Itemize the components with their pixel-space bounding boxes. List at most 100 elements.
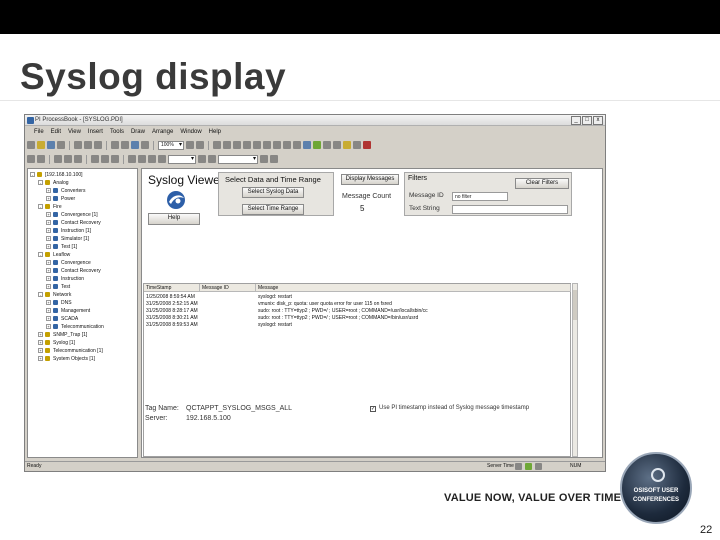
font-icon[interactable]: [27, 155, 35, 163]
tree-expander-icon[interactable]: -: [38, 204, 43, 209]
tree-expander-icon[interactable]: +: [46, 308, 51, 313]
polyline-tool-icon[interactable]: [233, 141, 241, 149]
tree-node[interactable]: + Telecommunication: [46, 323, 104, 330]
cell-timestamp[interactable]: 31/25/2008 8:28:17 AM: [146, 308, 200, 314]
element-tree[interactable]: - [192.168.10.100] - Analog + Converters + Powe…: [27, 168, 138, 458]
menu-file[interactable]: File: [34, 127, 44, 137]
run-mode-icon[interactable]: [131, 141, 139, 149]
column-header-message[interactable]: Message: [256, 284, 571, 292]
text-string-input[interactable]: [452, 205, 568, 214]
tree-node[interactable]: - [192.168.10.100]: [30, 171, 83, 178]
polygon-tool-icon[interactable]: [273, 141, 281, 149]
menu-help[interactable]: Help: [209, 127, 221, 137]
menu-window[interactable]: Window: [180, 127, 201, 137]
tree-node[interactable]: + Test: [46, 283, 70, 290]
display-messages-button[interactable]: Display Messages: [341, 174, 399, 185]
align-center-icon[interactable]: [101, 155, 109, 163]
line-color-icon[interactable]: [128, 155, 136, 163]
align-left-icon[interactable]: [91, 155, 99, 163]
tree-expander-icon[interactable]: +: [38, 332, 43, 337]
cell-message[interactable]: sudo: root : TTY=ttyp2 ; PWD=/ ; USER=ro…: [258, 308, 568, 314]
pointer-icon[interactable]: [213, 141, 221, 149]
underline-icon[interactable]: [74, 155, 82, 163]
select-time-range-button[interactable]: Select Time Range: [242, 204, 304, 215]
value-tool-icon[interactable]: [303, 141, 311, 149]
message-id-select[interactable]: no filter: [452, 192, 508, 201]
menu-insert[interactable]: Insert: [88, 127, 103, 137]
redo-icon[interactable]: [121, 141, 129, 149]
tree-node[interactable]: + Convergence [1]: [46, 211, 98, 218]
tree-expander-icon[interactable]: +: [38, 340, 43, 345]
cut-icon[interactable]: [74, 141, 82, 149]
line-width-icon[interactable]: [158, 155, 166, 163]
menu-arrange[interactable]: Arrange: [152, 127, 173, 137]
stop-icon[interactable]: [363, 141, 371, 149]
menu-tools[interactable]: Tools: [110, 127, 124, 137]
help-button[interactable]: Help: [148, 213, 200, 225]
tree-node[interactable]: - Leaflow: [38, 251, 70, 258]
pi-timestamp-checkbox[interactable]: ✓: [370, 406, 376, 412]
tree-expander-icon[interactable]: -: [38, 252, 43, 257]
tree-expander-icon[interactable]: +: [46, 236, 51, 241]
tree-node[interactable]: + Contact Recovery: [46, 219, 101, 226]
tree-expander-icon[interactable]: +: [38, 356, 43, 361]
tree-expander-icon[interactable]: +: [46, 260, 51, 265]
tree-node[interactable]: - Fire: [38, 203, 62, 210]
zoom-select[interactable]: 100%: [158, 140, 184, 150]
tree-node[interactable]: + Syslog [1]: [38, 339, 75, 346]
forward-icon[interactable]: [535, 463, 542, 470]
play-icon[interactable]: [525, 463, 532, 470]
tree-node[interactable]: + Convergence: [46, 259, 91, 266]
rectangle-tool-icon[interactable]: [243, 141, 251, 149]
tree-node[interactable]: + System Objects [1]: [38, 355, 95, 362]
zoom-out-icon[interactable]: [196, 141, 204, 149]
tree-node[interactable]: + Power: [46, 195, 75, 202]
step-back-icon[interactable]: [260, 155, 268, 163]
cell-timestamp[interactable]: 31/25/2008 8:59:53 AM: [146, 322, 200, 328]
tree-expander-icon[interactable]: +: [46, 188, 51, 193]
tree-node[interactable]: - Analog: [38, 179, 69, 186]
select-syslog-data-button[interactable]: Select Syslog Data: [242, 187, 304, 198]
tree-expander-icon[interactable]: +: [46, 268, 51, 273]
button-tool-icon[interactable]: [353, 141, 361, 149]
tree-node[interactable]: + SCADA: [46, 315, 78, 322]
menu-edit[interactable]: Edit: [51, 127, 61, 137]
tree-node[interactable]: + Telecommunication [1]: [38, 347, 103, 354]
rounded-rectangle-tool-icon[interactable]: [253, 141, 261, 149]
tree-expander-icon[interactable]: +: [46, 276, 51, 281]
xy-plot-tool-icon[interactable]: [333, 141, 341, 149]
symbol-tool-icon[interactable]: [343, 141, 351, 149]
open-folder-icon[interactable]: [37, 141, 45, 149]
italic-icon[interactable]: [64, 155, 72, 163]
tree-node[interactable]: + Instruction: [46, 275, 84, 282]
tree-node[interactable]: + Management: [46, 307, 90, 314]
trend-tool-icon[interactable]: [313, 141, 321, 149]
cell-timestamp[interactable]: 1/25/2008 8:59:54 AM: [146, 294, 200, 300]
cell-timestamp[interactable]: 31/25/2008 8:30:21 AM: [146, 315, 200, 321]
tree-expander-icon[interactable]: -: [38, 180, 43, 185]
maximize-button[interactable]: □: [582, 116, 592, 125]
grid-vertical-scrollbar[interactable]: [572, 283, 578, 457]
tree-expander-icon[interactable]: +: [46, 300, 51, 305]
group-icon[interactable]: [198, 155, 206, 163]
tree-node[interactable]: + DNS: [46, 299, 72, 306]
line-tool-icon[interactable]: [223, 141, 231, 149]
cell-message[interactable]: syslogd: restart: [258, 322, 568, 328]
fill-color-icon[interactable]: [138, 155, 146, 163]
undo-icon[interactable]: [111, 141, 119, 149]
bar-tool-icon[interactable]: [323, 141, 331, 149]
line-style-select[interactable]: [168, 154, 196, 164]
arc-tool-icon[interactable]: [283, 141, 291, 149]
cell-message[interactable]: sudo: root : TTY=ttyp2 ; PWD=/ ; USER=ro…: [258, 315, 568, 321]
tree-expander-icon[interactable]: +: [46, 244, 51, 249]
menu-view[interactable]: View: [68, 127, 81, 137]
column-header-message-id[interactable]: Message ID: [200, 284, 256, 292]
ellipse-tool-icon[interactable]: [263, 141, 271, 149]
step-forward-icon[interactable]: [270, 155, 278, 163]
text-color-icon[interactable]: [148, 155, 156, 163]
tree-node[interactable]: + SNMP_Trap [1]: [38, 331, 87, 338]
scrollbar-thumb[interactable]: [573, 290, 577, 320]
tree-node[interactable]: + Test [1]: [46, 243, 77, 250]
close-button[interactable]: x: [593, 116, 603, 125]
column-header-timestamp[interactable]: TimeStamp: [144, 284, 200, 292]
